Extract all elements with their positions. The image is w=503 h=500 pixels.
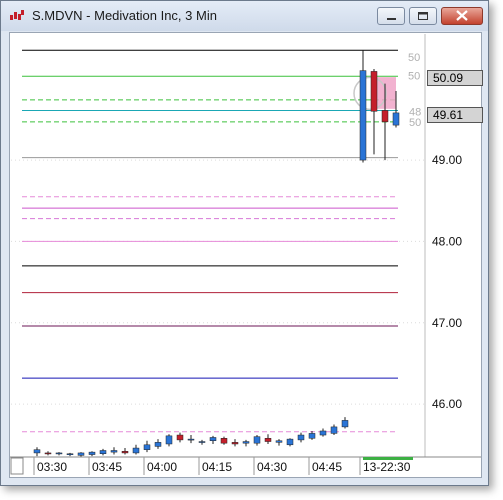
candle-body[interactable] — [121, 451, 129, 454]
candle-body[interactable] — [55, 452, 63, 455]
chart-app-icon — [10, 10, 24, 20]
candle-body[interactable] — [359, 70, 367, 161]
candle-body[interactable] — [176, 434, 184, 441]
candle-body[interactable] — [220, 438, 228, 444]
candle-body[interactable] — [264, 438, 272, 442]
title-bar[interactable]: S.MDVN - Medivation Inc, 3 Min — [1, 1, 488, 31]
candle-body[interactable] — [370, 71, 378, 112]
price-tag-upper: 50.09 — [427, 70, 483, 86]
price-axis-label: 46.00 — [432, 397, 462, 411]
time-axis-label: 03:30 — [37, 460, 67, 474]
candle-body[interactable] — [319, 430, 327, 436]
candle-body[interactable] — [132, 447, 140, 454]
candle-body[interactable] — [77, 452, 85, 456]
minimize-button[interactable] — [377, 7, 405, 25]
price-axis-label: 48.00 — [432, 234, 462, 248]
candle-body[interactable] — [143, 444, 151, 450]
candle-body[interactable] — [88, 451, 96, 455]
candle-body[interactable] — [330, 426, 338, 434]
time-axis-label: 03:45 — [92, 460, 122, 474]
candle-body[interactable] — [231, 442, 239, 445]
close-icon — [456, 10, 468, 21]
price-axis-label: 47.00 — [432, 316, 462, 330]
price-chart[interactable]: 46.0047.0048.0049.005050485003:30 03:45 04… — [10, 33, 481, 477]
candle-body[interactable] — [341, 420, 349, 428]
faded-price-label: 50 — [409, 117, 421, 129]
candle-body[interactable] — [66, 453, 74, 455]
candle-body[interactable] — [44, 452, 52, 455]
candle-body[interactable] — [242, 441, 250, 444]
candle-body[interactable] — [99, 450, 107, 454]
close-button[interactable] — [441, 7, 483, 25]
candle-body[interactable] — [110, 450, 118, 453]
candle-body[interactable] — [308, 433, 316, 439]
time-axis-label: 04:30 — [257, 460, 287, 474]
price-axis-label: 49.00 — [432, 153, 462, 167]
candle-body[interactable] — [165, 435, 173, 445]
candle-body[interactable] — [187, 438, 195, 441]
candle-body[interactable] — [209, 437, 217, 441]
candle-body[interactable] — [33, 449, 41, 454]
maximize-button[interactable] — [409, 7, 437, 25]
time-axis-label: 13-22:30 — [363, 460, 411, 474]
candle-body[interactable] — [392, 112, 400, 126]
time-axis-label: 04:00 — [147, 460, 177, 474]
price-tag-lower: 49.61 — [427, 107, 483, 123]
candle-body[interactable] — [154, 442, 162, 447]
faded-price-label: 50 — [408, 52, 420, 64]
time-axis-label: 04:15 — [202, 460, 232, 474]
maximize-icon — [418, 12, 428, 20]
candle-body[interactable] — [275, 440, 283, 443]
candle-body[interactable] — [297, 434, 305, 441]
candle-body[interactable] — [253, 436, 261, 444]
axis-corner-box — [10, 457, 24, 475]
chart-window: S.MDVN - Medivation Inc, 3 Min 46.00 47.0… — [0, 0, 489, 486]
chart-area[interactable]: 46.00 47.00 48.00 49.00 50 50 48 50 03:30 03:45 04… — [9, 32, 483, 478]
candle-body[interactable] — [198, 441, 206, 443]
minimize-icon — [387, 18, 396, 20]
faded-price-label: 50 — [408, 70, 420, 82]
time-axis-label: 04:45 — [312, 460, 342, 474]
candle-body[interactable] — [381, 110, 389, 123]
window-title: S.MDVN - Medivation Inc, 3 Min — [32, 8, 217, 23]
candle-body[interactable] — [286, 438, 294, 446]
